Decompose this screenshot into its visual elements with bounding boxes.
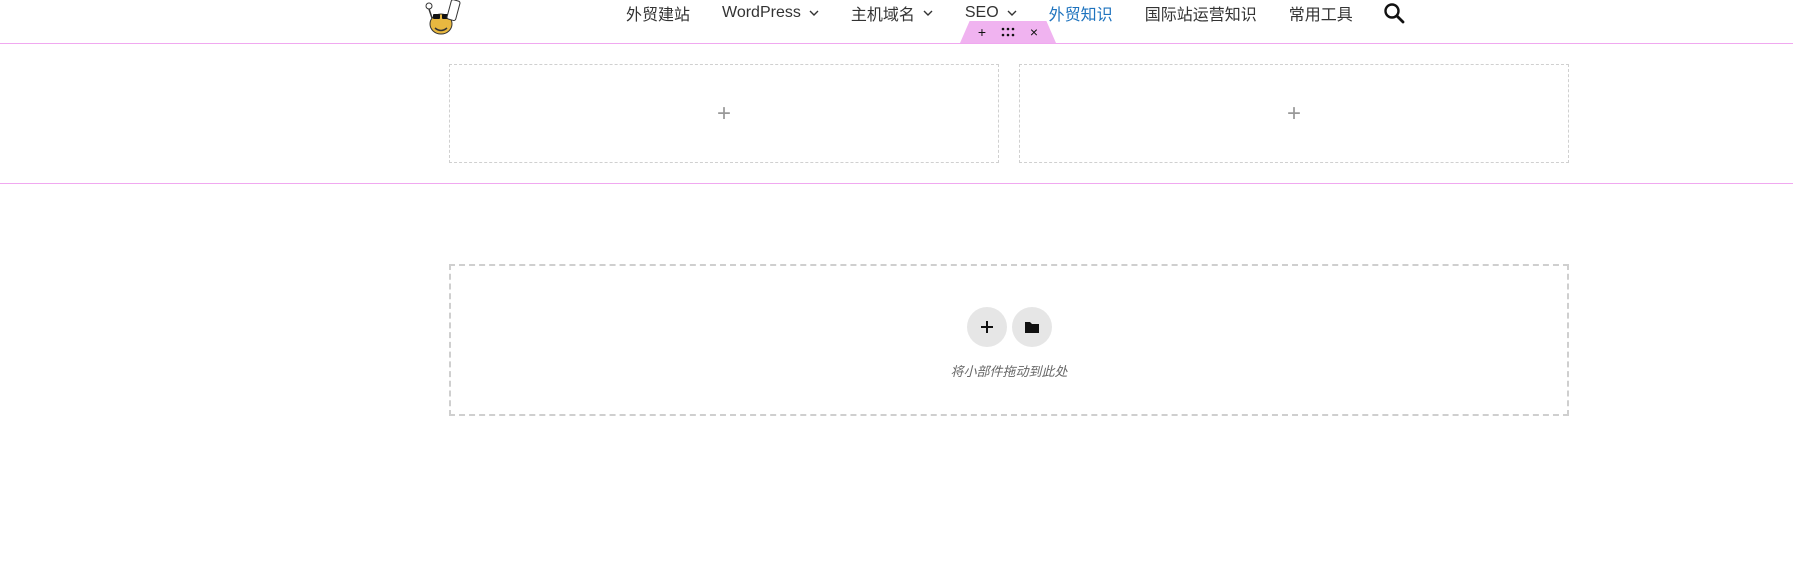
folder-icon [1025, 322, 1039, 333]
nav-item-label: 常用工具 [1288, 7, 1353, 24]
nav-item-label: SEO [964, 4, 999, 21]
widget-dropzone[interactable]: 将小部件拖动到此处 [449, 264, 1569, 416]
add-widget-button[interactable]: + [1287, 100, 1301, 128]
dropzone-actions [967, 307, 1052, 347]
add-section-button[interactable]: + [975, 25, 989, 39]
add-widget-button[interactable]: + [717, 100, 731, 128]
nav-item-tools[interactable]: 常用工具 [1289, 1, 1353, 25]
column-empty[interactable]: + [449, 64, 999, 163]
nav-item-waimao-jianzhan[interactable]: 外贸建站 [626, 1, 690, 25]
two-column-section: + + [0, 44, 1793, 184]
delete-section-button[interactable]: × [1027, 25, 1041, 39]
dropzone-hint: 将小部件拖动到此处 [950, 364, 1068, 379]
nav-item-hosting-domain[interactable]: 主机域名 [851, 1, 933, 25]
plus-icon [981, 321, 993, 333]
drag-handle-icon[interactable] [1001, 25, 1015, 39]
chevron-down-icon [1007, 10, 1017, 16]
nav-item-seo[interactable]: SEO [965, 4, 1017, 22]
site-header: 外贸建站 WordPress 主机域名 SEO 外贸知识 国际站运营知识 常用工… [0, 0, 1793, 44]
nav-item-label: 外贸建站 [626, 7, 691, 24]
editor-canvas: 外贸建站 WordPress 主机域名 SEO 外贸知识 国际站运营知识 常用工… [0, 0, 1793, 585]
search-icon[interactable] [1383, 2, 1405, 24]
nav-item-label: 主机域名 [850, 7, 915, 24]
add-new-section-button[interactable] [967, 307, 1007, 347]
nav-item-international-ops[interactable]: 国际站运营知识 [1145, 1, 1257, 25]
nav-item-label: WordPress [722, 4, 801, 21]
column-empty[interactable]: + [1019, 64, 1569, 163]
chevron-down-icon [923, 10, 933, 16]
chevron-down-icon [809, 10, 819, 16]
mascot-logo[interactable] [421, 0, 465, 36]
section-toolbar: + × [960, 21, 1056, 43]
add-template-button[interactable] [1012, 307, 1052, 347]
nav-item-label: 国际站运营知识 [1144, 7, 1257, 24]
nav-item-label: 外贸知识 [1048, 7, 1113, 24]
nav-item-wordpress[interactable]: WordPress [722, 4, 819, 22]
nav-item-waimao-zhishi[interactable]: 外贸知识 [1049, 1, 1113, 25]
